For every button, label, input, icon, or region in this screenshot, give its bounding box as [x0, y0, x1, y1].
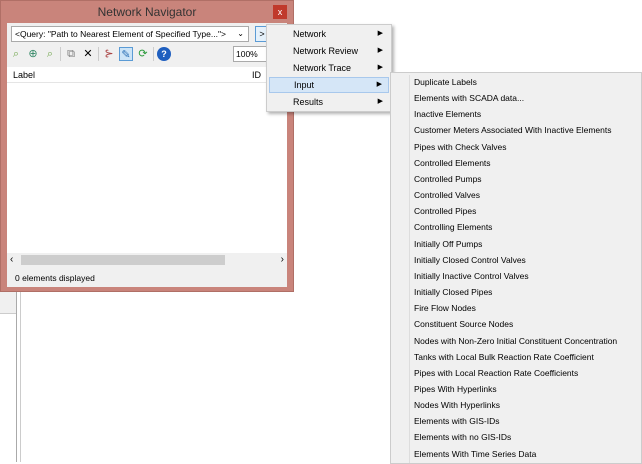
status-text: 0 elements displayed	[15, 273, 95, 283]
highlight-icon[interactable]: ✎	[119, 47, 133, 61]
toolbar: ⌕ ⊕ ⌕ ⧉ ✕ ⊱ ✎ ⟳ ?	[9, 45, 171, 63]
background-pane-header	[0, 292, 16, 314]
scrollbar-thumb[interactable]	[21, 255, 225, 265]
network-navigator-window: Network Navigator x <Query: "Path to Nea…	[0, 0, 294, 292]
submenu-item[interactable]: Controlled Valves	[391, 187, 641, 203]
pane-divider	[16, 292, 17, 462]
menu-item-label: Network	[293, 29, 327, 39]
submenu-item[interactable]: Initially Inactive Control Valves	[391, 268, 641, 284]
query-menu: Network ▶ Network Review ▶ Network Trace ▶ …	[266, 24, 392, 112]
window-title: Network Navigator	[97, 5, 197, 19]
refresh-icon[interactable]: ⟳	[136, 47, 150, 61]
menu-item-network-trace[interactable]: Network Trace ▶	[269, 60, 389, 76]
submenu-item[interactable]: Initially Off Pumps	[391, 236, 641, 252]
submenu-item[interactable]: Tanks with Local Bulk Reaction Rate Coef…	[391, 349, 641, 365]
submenu-item[interactable]: Pipes With Hyperlinks	[391, 381, 641, 397]
submenu-item[interactable]: Nodes With Hyperlinks	[391, 397, 641, 413]
select-in-drawing-icon[interactable]: ⊱	[102, 47, 116, 61]
list-header: Label ID	[7, 67, 287, 83]
submenu-item[interactable]: Initially Closed Pipes	[391, 284, 641, 300]
menu-item-label: Network Trace	[293, 63, 352, 73]
zoom-previous-icon[interactable]: ⌕	[43, 47, 57, 61]
menu-item-network-review[interactable]: Network Review ▶	[269, 43, 389, 59]
menu-gutter	[409, 75, 410, 463]
window-client: <Query: "Path to Nearest Element of Spec…	[7, 23, 287, 287]
query-value: <Query: "Path to Nearest Element of Spec…	[15, 29, 226, 39]
submenu-item[interactable]: Fire Flow Nodes	[391, 300, 641, 316]
submenu-item[interactable]: Inactive Elements	[391, 106, 641, 122]
zoom-to-selection-icon[interactable]: ⌕	[9, 47, 23, 61]
menu-item-results[interactable]: Results ▶	[269, 94, 389, 110]
submenu-item[interactable]: Customer Meters Associated With Inactive…	[391, 122, 641, 138]
submenu-item[interactable]: Elements with GIS-IDs	[391, 413, 641, 429]
close-button[interactable]: x	[273, 5, 287, 19]
submenu-item[interactable]: Pipes with Check Valves	[391, 139, 641, 155]
submenu-arrow-icon: ▶	[377, 98, 383, 105]
pane-divider	[20, 292, 21, 462]
chevron-down-icon: ⌄	[237, 29, 244, 38]
submenu-item[interactable]: Pipes with Local Reaction Rate Coefficie…	[391, 365, 641, 381]
submenu-item[interactable]: Elements With Time Series Data	[391, 446, 641, 462]
submenu-item[interactable]: Elements with no GIS-IDs	[391, 429, 641, 445]
query-dropdown[interactable]: <Query: "Path to Nearest Element of Spec…	[11, 26, 249, 42]
horizontal-scrollbar[interactable]: ‹ ›	[7, 253, 287, 267]
element-list[interactable]: Label ID ‹ ›	[7, 67, 287, 267]
submenu-item[interactable]: Controlled Pipes	[391, 203, 641, 219]
submenu-item[interactable]: Initially Closed Control Valves	[391, 252, 641, 268]
scroll-left-icon[interactable]: ‹	[10, 253, 13, 267]
menu-item-input[interactable]: Input ▶	[269, 77, 389, 93]
submenu-item[interactable]: Constituent Source Nodes	[391, 316, 641, 332]
submenu-item[interactable]: Elements with SCADA data...	[391, 90, 641, 106]
submenu-arrow-icon: ▶	[377, 47, 383, 54]
submenu-item[interactable]: Controlled Pumps	[391, 171, 641, 187]
submenu-arrow-icon: ▶	[377, 30, 383, 37]
zoom-in-icon[interactable]: ⊕	[26, 47, 40, 61]
submenu-item[interactable]: Controlling Elements	[391, 219, 641, 235]
column-header-label[interactable]: Label	[13, 67, 35, 83]
menu-item-label: Results	[293, 97, 324, 107]
input-submenu: Duplicate Labels Elements with SCADA data…	[390, 72, 642, 464]
submenu-item[interactable]: Duplicate Labels	[391, 74, 641, 90]
menu-item-label: Network Review	[293, 46, 359, 56]
menu-item-label: Input	[294, 80, 315, 90]
submenu-item[interactable]: Controlled Elements	[391, 155, 641, 171]
submenu-arrow-icon: ▶	[377, 64, 383, 71]
scroll-right-icon[interactable]: ›	[281, 253, 284, 267]
submenu-arrow-icon: ▶	[376, 81, 382, 88]
delete-icon[interactable]: ✕	[81, 47, 95, 61]
column-header-id[interactable]: ID	[252, 67, 261, 83]
copy-icon[interactable]: ⧉	[64, 47, 78, 61]
menu-item-network[interactable]: Network ▶	[269, 26, 389, 42]
help-icon[interactable]: ?	[157, 47, 171, 61]
submenu-item[interactable]: Nodes with Non-Zero Initial Constituent …	[391, 333, 641, 349]
